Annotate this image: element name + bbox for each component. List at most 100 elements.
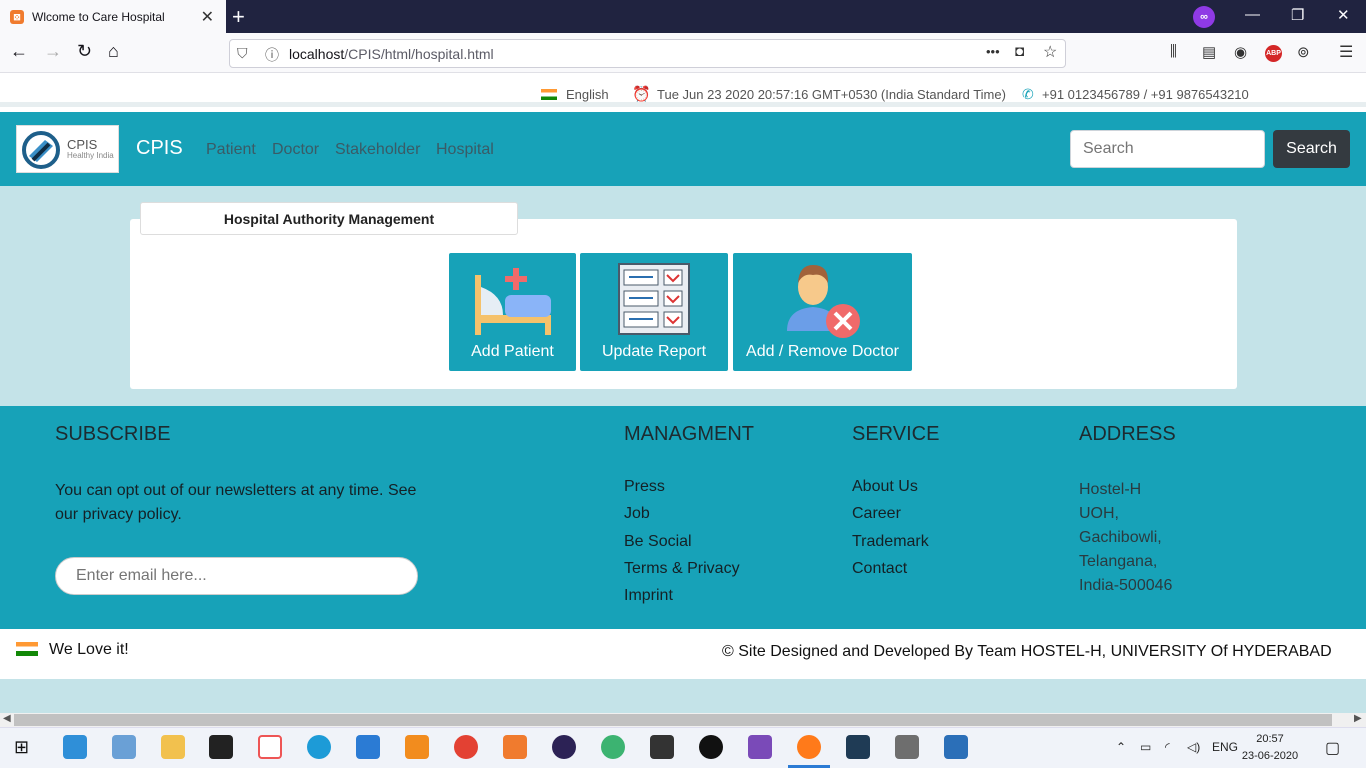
xampp-favicon-icon: ⊠ [10,9,24,24]
chrome-icon[interactable] [454,735,478,759]
search-button[interactable]: Search [1273,130,1350,168]
app-icon[interactable] [112,735,136,759]
url-text[interactable]: localhost/CPIS/html/hospital.html [289,46,494,62]
vscode-icon[interactable] [356,735,380,759]
scrollbar-thumb[interactable] [14,714,1332,726]
file-explorer-icon[interactable] [161,735,185,759]
search-input[interactable] [1070,130,1265,168]
account-icon[interactable]: ◉ [1234,43,1247,61]
nav-link-doctor[interactable]: Doctor [272,141,319,159]
scroll-right-icon[interactable]: ▶ [1354,713,1362,724]
document-icon[interactable] [944,735,968,759]
add-remove-doctor-tile[interactable]: Add / Remove Doctor [733,253,912,371]
footer-link-trademark[interactable]: Trademark [852,533,929,551]
adblock-icon[interactable]: ABP [1265,45,1282,62]
footer-link-terms[interactable]: Terms & Privacy [624,560,740,578]
address-line: Telangana, [1079,553,1158,570]
private-browsing-icon: ∞ [1193,6,1215,28]
page-actions-icon[interactable]: ••• [986,44,1000,59]
info-icon[interactable]: ⓘ [265,45,279,65]
menu-icon[interactable]: ☰ [1339,42,1353,62]
copyright-text: © Site Designed and Developed By Team HO… [722,643,1332,660]
language-indicator[interactable]: ENG [1212,740,1238,754]
clock-date: 23-06-2020 [1241,750,1299,762]
battery-icon[interactable]: ▭ [1140,740,1151,754]
add-patient-tile[interactable]: Add Patient [449,253,576,371]
volume-icon[interactable]: ◁) [1187,740,1200,754]
address-line: Gachibowli, [1079,529,1162,546]
nav-link-hospital[interactable]: Hospital [436,141,494,159]
app-icon[interactable] [258,735,282,759]
tray-chevron-icon[interactable]: ⌃ [1116,740,1126,754]
gimp-icon[interactable] [895,735,919,759]
update-report-label: Update Report [601,343,707,360]
pocket-icon[interactable]: ◘ [1015,43,1024,60]
eclipse-icon[interactable] [552,735,576,759]
footer-link-be-social[interactable]: Be Social [624,533,692,551]
xampp-icon[interactable] [503,735,527,759]
edge-icon[interactable] [307,735,331,759]
browser-tab[interactable]: ⊠ Wlcome to Care Hospital ✕ [0,0,226,33]
app-icon[interactable] [846,735,870,759]
app-icon[interactable] [63,735,87,759]
handshake-logo-icon [22,131,60,169]
email-input[interactable] [55,557,418,595]
terminal-icon[interactable] [209,735,233,759]
subscribe-text: You can opt out of our newsletters at an… [55,482,417,523]
restore-icon[interactable]: ❐ [1291,6,1304,24]
close-tab-icon[interactable]: ✕ [201,7,214,27]
vlc-icon[interactable] [405,735,429,759]
nav-link-stakeholder[interactable]: Stakeholder [335,141,420,159]
footer-link-career[interactable]: Career [852,505,901,523]
address-line: UOH, [1079,505,1119,522]
love-text: We Love it! [49,641,129,658]
add-patient-label: Add Patient [471,343,554,360]
site-logo[interactable]: CPIS Healthy India [16,125,119,173]
taskbar-clock[interactable]: 20:57 23-06-2020 [1240,731,1300,765]
logo-subtext: Healthy India [67,151,114,160]
sidebar-icon[interactable]: ▤ [1202,43,1216,61]
forward-icon[interactable]: → [44,41,62,62]
footer-link-contact[interactable]: Contact [852,560,907,578]
subscribe-heading: SUBSCRIBE [55,423,171,445]
remove-doctor-icon [787,265,860,338]
bookmark-star-icon[interactable]: ☆ [1043,42,1057,62]
url-path: /CPIS/html/hospital.html [344,46,494,62]
alarm-clock-icon: ⏰ [632,86,651,103]
address-line: Hostel-H [1079,481,1142,498]
language-label[interactable]: English [566,87,609,102]
windows-taskbar [0,727,1366,768]
new-tab-button[interactable]: + [232,4,245,30]
windows-start-icon[interactable]: ⊞ [14,737,29,758]
footer-link-press[interactable]: Press [624,478,665,496]
page-bottom-area [0,679,1366,713]
extension-icon[interactable]: ⊚ [1297,43,1310,61]
tab-title: Wlcome to Care Hospital [32,9,165,24]
update-report-tile[interactable]: Update Report [580,253,728,371]
brand-name[interactable]: CPIS [136,137,183,160]
reload-icon[interactable]: ↻ [77,41,92,62]
unreal-icon[interactable] [699,735,723,759]
back-icon[interactable]: ← [10,41,28,62]
wifi-icon[interactable]: ◜ [1165,740,1170,754]
home-icon[interactable]: ⌂ [108,41,119,62]
india-flag-icon [16,642,38,656]
footer-link-imprint[interactable]: Imprint [624,587,673,605]
footer-link-job[interactable]: Job [624,505,650,523]
scroll-left-icon[interactable]: ◀ [3,713,11,724]
library-icon[interactable]: ⫼ [1170,43,1177,60]
hospital-bed-icon [475,268,551,335]
firefox-icon[interactable] [797,735,821,759]
notification-icon[interactable]: ▢ [1325,738,1340,758]
footer-link-about[interactable]: About Us [852,478,918,496]
shield-icon[interactable]: ⛉ [237,45,248,62]
minimize-icon[interactable]: — [1245,6,1260,23]
maps-icon[interactable] [601,735,625,759]
close-window-icon[interactable]: ✕ [1337,6,1350,24]
address-line: India-500046 [1079,577,1173,594]
nav-link-patient[interactable]: Patient [206,141,256,159]
visual-studio-icon[interactable] [748,735,772,759]
phone-icon: ✆ [1022,86,1034,102]
phone-text: +91 0123456789 / +91 9876543210 [1042,87,1249,102]
unity-icon[interactable] [650,735,674,759]
